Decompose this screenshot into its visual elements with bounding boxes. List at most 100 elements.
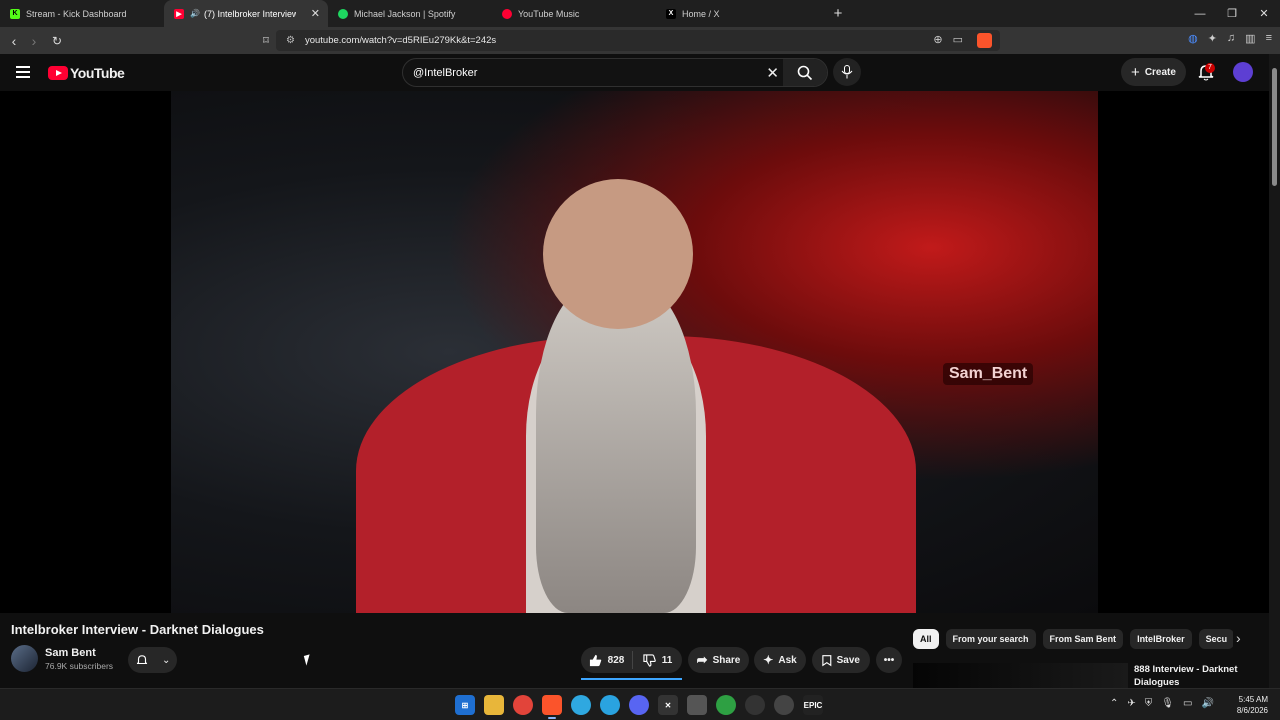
brave-shields-icon[interactable]	[977, 33, 992, 48]
chevron-right-icon[interactable]: ›	[1236, 630, 1241, 646]
tab-title: YouTube Music	[518, 8, 580, 19]
taskbar-apps: ⊞ ✕ EPIC	[455, 695, 823, 719]
reload-button[interactable]: ↻	[47, 31, 67, 51]
video-overlay-label: Sam_Bent	[943, 363, 1034, 385]
dislike-button[interactable]: 11	[633, 653, 682, 667]
youtube-logo[interactable]: YouTube	[48, 65, 125, 81]
thumbs-down-icon	[643, 653, 656, 667]
video-person-head	[543, 179, 693, 329]
speaker-icon[interactable]: 🔊	[190, 9, 200, 18]
share-button[interactable]: ➦ Share	[688, 647, 749, 673]
recommendation-filter-chips: All From your search From Sam Bent Intel…	[913, 629, 1233, 649]
x-icon: X	[666, 8, 676, 19]
share-icon: ➦	[696, 652, 708, 667]
browser-toolbar: ‹ › ↻ ⌑ ⚙ youtube.com/watch?v=d5RIEu279K…	[0, 27, 1280, 54]
volume-icon[interactable]: 🔊	[1201, 698, 1213, 709]
recommended-video-title[interactable]: 888 Interview - Darknet Dialogues	[1134, 663, 1264, 689]
close-tab-icon[interactable]: ✕	[311, 7, 320, 20]
site-info-icon[interactable]: ⚙	[286, 35, 295, 46]
restore-button[interactable]: ❐	[1216, 0, 1248, 27]
ask-button[interactable]: ✦ Ask	[754, 647, 806, 673]
hamburger-menu-icon[interactable]	[16, 66, 30, 78]
chrome-icon[interactable]	[513, 695, 533, 715]
kick-icon: K	[10, 8, 20, 19]
menu-icon[interactable]: ≡	[1266, 32, 1272, 45]
tab-kick-dashboard[interactable]: K Stream - Kick Dashboard	[0, 0, 164, 27]
scrollbar-thumb[interactable]	[1272, 68, 1277, 186]
save-button[interactable]: Save	[812, 647, 870, 673]
extensions-icon[interactable]: ✦	[1208, 32, 1217, 45]
minimize-button[interactable]: —	[1184, 0, 1216, 27]
video-player[interactable]: Sam_Bent	[0, 91, 1269, 613]
telegram-icon[interactable]	[571, 695, 591, 715]
brave-browser-icon[interactable]	[542, 695, 562, 719]
wallet-icon[interactable]: ◍	[1188, 32, 1198, 45]
tab-title: Home / X	[682, 8, 720, 19]
sparkle-icon: ✦	[763, 653, 774, 667]
recommended-video-thumbnail[interactable]	[913, 663, 1128, 688]
video-person-beard	[536, 281, 696, 613]
discord-icon[interactable]	[629, 695, 649, 715]
search-button[interactable]	[783, 59, 827, 86]
chip-security[interactable]: Secu	[1198, 629, 1233, 649]
obs-icon[interactable]	[745, 695, 765, 715]
youtube-play-icon	[48, 66, 68, 80]
create-button[interactable]: + Create	[1121, 58, 1186, 86]
thumbs-up-icon	[589, 654, 601, 666]
account-avatar[interactable]	[1233, 62, 1253, 82]
back-button[interactable]: ‹	[4, 31, 24, 51]
media-icon[interactable]: ♫	[1227, 32, 1235, 45]
tab-x-home[interactable]: X Home / X	[656, 0, 820, 27]
cast-icon[interactable]: ▭	[953, 33, 963, 48]
tray-app-icon[interactable]: ✈	[1127, 698, 1135, 709]
clear-search-icon[interactable]: ✕	[766, 64, 779, 82]
tab-youtube-video[interactable]: ▶ 🔊 (7) Intelbroker Interview - Darknet …	[164, 0, 328, 27]
security-icon[interactable]: ⛨	[1145, 698, 1153, 709]
like-dislike-group: 828 11	[581, 647, 682, 673]
spotify-icon	[338, 8, 348, 19]
like-ratio-bar	[581, 678, 682, 680]
steam-icon[interactable]	[774, 695, 794, 715]
windows-start-icon[interactable]: ⊞	[455, 695, 475, 715]
search-query: @IntelBroker	[413, 66, 478, 79]
video-frame[interactable]: Sam_Bent	[171, 91, 1098, 613]
chip-all[interactable]: All	[913, 629, 939, 649]
chip-intelbroker[interactable]: IntelBroker	[1130, 629, 1192, 649]
address-bar[interactable]: ⚙ youtube.com/watch?v=d5RIEu279Kk&t=242s…	[276, 30, 1000, 51]
more-horizontal-icon: •••	[883, 654, 895, 666]
chip-from-your-search[interactable]: From your search	[945, 629, 1036, 649]
network-icon[interactable]: ▭	[1183, 698, 1192, 709]
file-explorer-icon[interactable]	[484, 695, 504, 715]
tab-spotify[interactable]: Michael Jackson | Spotify	[328, 0, 492, 27]
voice-search-button[interactable]	[833, 58, 861, 86]
page-scrollbar[interactable]	[1269, 54, 1280, 688]
chip-from-sam-bent[interactable]: From Sam Bent	[1042, 629, 1124, 649]
clock-time: 5:45 AM	[1238, 695, 1268, 704]
search-input[interactable]: @IntelBroker ✕	[402, 58, 828, 87]
telegram-desktop-icon[interactable]	[600, 695, 620, 715]
chevron-up-icon[interactable]: ⌃	[1110, 698, 1118, 709]
window-controls: — ❐ ✕	[1184, 0, 1280, 27]
extensions-area: ◍ ✦ ♫ ▥ ≡	[1188, 32, 1272, 45]
new-tab-button[interactable]: +	[826, 5, 850, 22]
microphone-icon	[841, 65, 853, 79]
windows-taskbar: ⊞ ✕ EPIC ⌃ ✈ ⛨ 🎙 ▭ 🔊 5:45 AM 8/6/2026	[0, 688, 1280, 720]
game-icon[interactable]	[716, 695, 736, 715]
url-text: youtube.com/watch?v=d5RIEu279Kk&t=242s	[304, 35, 497, 46]
forward-button[interactable]: ›	[24, 31, 44, 51]
bookmark-icon[interactable]: ⌑	[256, 31, 276, 51]
youtube-icon: ▶	[174, 8, 184, 19]
store-icon[interactable]	[687, 695, 707, 715]
zoom-icon[interactable]: ⊕	[933, 33, 942, 48]
tab-youtube-music[interactable]: YouTube Music	[492, 0, 656, 27]
xbox-icon[interactable]: ✕	[658, 695, 678, 715]
close-window-button[interactable]: ✕	[1248, 0, 1280, 27]
sidebar-icon[interactable]: ▥	[1245, 32, 1255, 45]
like-button[interactable]: 828	[581, 651, 633, 669]
youtube-music-icon	[502, 8, 512, 19]
more-actions-button[interactable]: •••	[876, 647, 902, 673]
epic-games-icon[interactable]: EPIC	[803, 695, 823, 715]
search-icon	[797, 65, 813, 80]
taskbar-clock[interactable]: 5:45 AM 8/6/2026	[1228, 694, 1268, 716]
microphone-tray-icon[interactable]: 🎙	[1161, 698, 1174, 709]
